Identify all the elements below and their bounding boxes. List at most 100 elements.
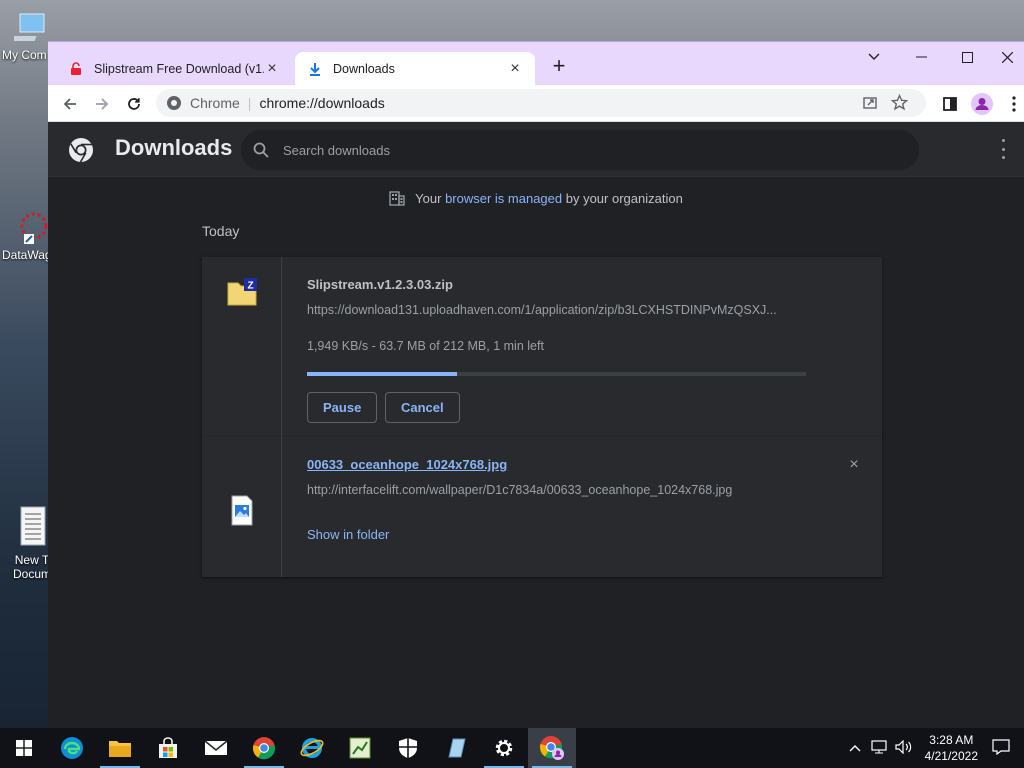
- avatar: [971, 93, 993, 115]
- taskbar-edge[interactable]: [48, 728, 96, 768]
- tab-slipstream[interactable]: Slipstream Free Download (v1.2.3 ×: [58, 52, 290, 85]
- browser-toolbar: Chrome | chrome://downloads: [48, 85, 1024, 122]
- tab-title: Downloads: [333, 61, 395, 76]
- start-button[interactable]: [0, 728, 48, 768]
- chevron-down-icon: [868, 53, 880, 60]
- reload-icon: [128, 98, 140, 110]
- downloads-page: Downloads Your browser is managed by you…: [48, 122, 1024, 728]
- windows-logo-icon: [16, 740, 32, 756]
- minimize-icon: [915, 56, 927, 58]
- taskbar-settings[interactable]: [480, 728, 528, 768]
- close-icon: [1001, 51, 1013, 63]
- search-box[interactable]: [241, 130, 919, 170]
- managed-suffix: by your organization: [562, 190, 683, 206]
- show-in-folder-link[interactable]: Show in folder: [307, 527, 389, 542]
- minimize-button[interactable]: [898, 42, 944, 72]
- chevron-up-icon[interactable]: [849, 741, 861, 755]
- tab-close-icon[interactable]: ×: [264, 60, 280, 78]
- arrow-right-icon: [96, 98, 109, 110]
- title-bar: Slipstream Free Download (v1.2.3 × Downl…: [48, 42, 1024, 85]
- tab-downloads[interactable]: Downloads ×: [295, 52, 535, 85]
- download-icon: [307, 61, 323, 77]
- computer-icon: [6, 10, 50, 46]
- downloads-menu-button[interactable]: [998, 139, 1008, 159]
- new-tab-button[interactable]: +: [547, 55, 571, 79]
- search-icon: [253, 142, 269, 158]
- notification-icon[interactable]: [992, 738, 1010, 758]
- file-icon-column: Z: [202, 257, 282, 437]
- sidebar-button[interactable]: [937, 91, 963, 117]
- network-icon[interactable]: [871, 739, 887, 757]
- file-name-link[interactable]: 00633_oceanhope_1024x768.jpg: [307, 457, 507, 472]
- file-url[interactable]: http://interfacelift.com/wallpaper/D1c78…: [307, 483, 807, 497]
- download-progress-fill: [307, 372, 457, 376]
- cancel-button[interactable]: Cancel: [385, 392, 460, 423]
- image-file-icon: [231, 495, 253, 526]
- remove-download-icon[interactable]: ×: [846, 457, 862, 473]
- chrome-logo-icon: [69, 138, 93, 163]
- chrome-icon: [252, 737, 276, 760]
- page-title: Downloads: [115, 135, 233, 160]
- tab-title: Slipstream Free Download (v1.2.3: [94, 61, 264, 76]
- downloads-header: Downloads: [48, 122, 1024, 177]
- download-item-completed: 00633_oceanhope_1024x768.jpg http://inte…: [202, 437, 882, 577]
- profile-button[interactable]: [969, 91, 995, 117]
- store-icon: [159, 737, 177, 758]
- kebab-menu-icon: [1012, 96, 1016, 112]
- file-url[interactable]: https://download131.uploadhaven.com/1/ap…: [307, 303, 807, 317]
- search-input[interactable]: [283, 142, 883, 158]
- back-button[interactable]: [57, 91, 83, 117]
- arrow-left-icon: [63, 98, 76, 110]
- zip-file-icon: Z: [227, 278, 257, 306]
- clock[interactable]: 3:28 AM 4/21/2022: [925, 732, 978, 764]
- svg-text:Z: Z: [247, 281, 253, 292]
- pause-button[interactable]: Pause: [307, 392, 378, 423]
- forward-button[interactable]: [89, 91, 115, 117]
- address-bar[interactable]: Chrome | chrome://downloads: [156, 89, 926, 117]
- share-icon[interactable]: [862, 95, 878, 114]
- file-name: Slipstream.v1.2.3.03.zip: [307, 277, 453, 292]
- maximize-button[interactable]: [944, 42, 990, 72]
- download-progress-bar: [307, 372, 806, 376]
- taskbar-mail[interactable]: [192, 728, 240, 768]
- chart-app-icon: [349, 737, 371, 759]
- taskbar-chrome[interactable]: [240, 728, 288, 768]
- download-status: 1,949 KB/s - 63.7 MB of 212 MB, 1 min le…: [307, 339, 544, 353]
- managed-prefix: Your: [415, 190, 446, 206]
- close-window-button[interactable]: [990, 42, 1024, 72]
- managed-notice: Your browser is managed by your organiza…: [48, 190, 1024, 206]
- system-tray: 3:28 AM 4/21/2022: [849, 728, 1024, 768]
- taskbar-store[interactable]: [144, 728, 192, 768]
- tab-close-icon[interactable]: ×: [507, 60, 523, 78]
- file-icon-column: [202, 437, 282, 577]
- section-heading: Today: [202, 223, 240, 239]
- app-icon: [14, 210, 50, 246]
- taskbar-file-explorer[interactable]: [96, 728, 144, 768]
- notebook-icon: [448, 738, 466, 758]
- internet-explorer-icon: [300, 738, 324, 758]
- clock-date: 4/21/2022: [924, 749, 978, 763]
- bookmark-star-icon[interactable]: [890, 93, 909, 114]
- reload-button[interactable]: [121, 91, 147, 117]
- tab-search-button[interactable]: [851, 42, 897, 72]
- taskbar-app-green[interactable]: [336, 728, 384, 768]
- mail-icon: [204, 740, 228, 755]
- download-item-in-progress: Z Slipstream.v1.2.3.03.zip https://downl…: [202, 257, 882, 437]
- clock-time: 3:28 AM: [929, 733, 974, 747]
- sidebar-icon: [943, 97, 957, 111]
- taskbar-security[interactable]: [384, 728, 432, 768]
- taskbar-chrome-profile[interactable]: [528, 728, 576, 768]
- address-separator: |: [247, 95, 252, 111]
- gear-icon: [495, 739, 513, 757]
- browser-window: Slipstream Free Download (v1.2.3 × Downl…: [48, 41, 1024, 728]
- address-url: chrome://downloads: [259, 95, 385, 111]
- taskbar-internet-explorer[interactable]: [288, 728, 336, 768]
- chrome-menu-button[interactable]: [1001, 91, 1024, 117]
- taskbar-app-blue[interactable]: [432, 728, 480, 768]
- volume-icon[interactable]: [895, 739, 913, 757]
- managed-link[interactable]: browser is managed: [445, 191, 562, 206]
- red-lock-icon: [68, 61, 84, 77]
- folder-icon: [109, 741, 131, 757]
- address-site-label: Chrome: [190, 95, 240, 111]
- maximize-icon: [961, 51, 973, 63]
